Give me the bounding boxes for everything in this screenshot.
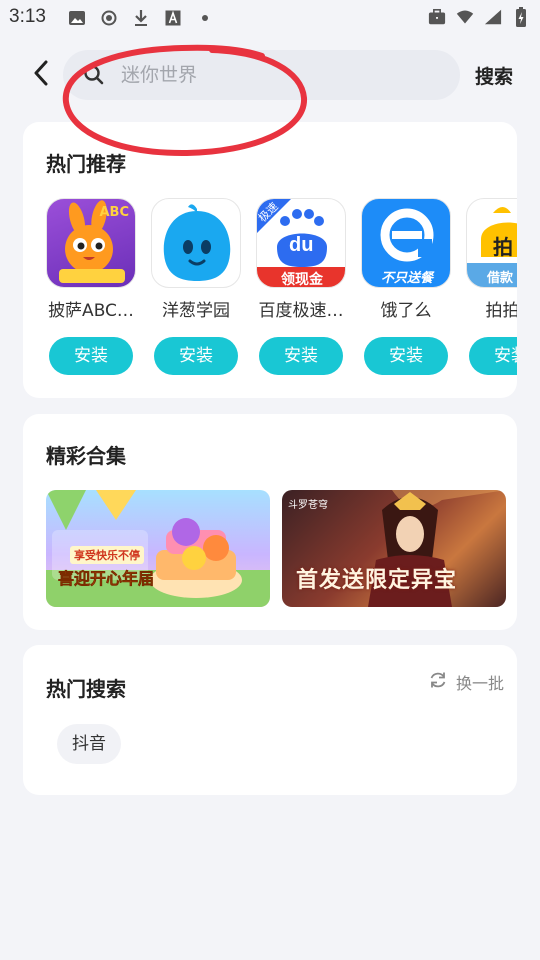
hot-recommend-card: 热门推荐 ABC 披萨ABC… 安装 洋葱学园 安装 极速 du 领现金 百度极…	[23, 122, 517, 398]
baidu-lite-badge-bottom: 领现金	[281, 272, 323, 288]
hot-recommend-title: 热门推荐	[46, 152, 126, 176]
status-bar: 3:13	[0, 0, 540, 36]
onion-academy-icon[interactable]	[151, 198, 241, 288]
happy-game-banner[interactable]: 享受快乐不停 喜迎开心年届	[46, 490, 270, 607]
eleme-badge-bottom: 不只送餐	[380, 271, 433, 286]
app-name: 百度极速…	[258, 301, 344, 321]
app-item[interactable]: 洋葱学园 安装	[151, 198, 241, 375]
wifi-icon	[456, 8, 474, 26]
app-name: 披萨ABC…	[48, 301, 134, 321]
app-item[interactable]: ABC 披萨ABC… 安装	[46, 198, 136, 375]
baidu-lite-icon[interactable]: 极速 du 领现金	[256, 198, 346, 288]
dot-icon	[196, 9, 214, 27]
install-button[interactable]: 安装	[259, 337, 343, 375]
install-button[interactable]: 安装	[154, 337, 238, 375]
fantasy-banner-brand: 斗罗苍穹	[288, 500, 328, 511]
signal-icon	[484, 8, 502, 26]
app-list[interactable]: ABC 披萨ABC… 安装 洋葱学园 安装 极速 du 领现金 百度极速… 安装…	[46, 198, 517, 398]
back-button[interactable]	[28, 60, 54, 90]
app-name: 拍拍贷	[485, 301, 518, 321]
back-arrow-icon	[33, 60, 49, 90]
a-box-icon	[164, 9, 182, 27]
download-icon	[132, 9, 150, 27]
search-icon	[83, 64, 105, 86]
hot-search-card: 热门搜索 换一批 抖音	[23, 645, 517, 795]
search-box[interactable]	[63, 50, 460, 100]
record-icon	[100, 9, 118, 27]
app-item[interactable]: 拍 借款 拍拍贷 安装	[466, 198, 517, 375]
search-header: 搜索	[0, 48, 540, 102]
fantasy-game-banner[interactable]: 斗罗苍穹 首发送限定异宝	[282, 490, 506, 607]
search-input[interactable]	[121, 50, 441, 100]
paipaidai-icon[interactable]: 拍 借款	[466, 198, 517, 288]
app-name: 洋葱学园	[162, 301, 230, 321]
fantasy-banner-text: 首发送限定异宝	[296, 568, 458, 593]
paipaidai-badge-bottom: 借款	[487, 271, 514, 286]
happy-banner-text: 喜迎开心年届	[58, 569, 155, 589]
install-button[interactable]: 安装	[364, 337, 448, 375]
paipaidai-badge-mid: 拍	[493, 235, 513, 259]
status-time: 3:13	[9, 6, 46, 27]
app-name: 饿了么	[380, 301, 432, 321]
install-button[interactable]: 安装	[49, 337, 133, 375]
hot-search-tag[interactable]: 抖音	[57, 724, 121, 764]
install-button[interactable]: 安装	[469, 337, 517, 375]
search-button[interactable]: 搜索	[475, 62, 513, 89]
pizza-abc-rabbit-icon[interactable]: ABC	[46, 198, 136, 288]
app-item[interactable]: 不只送餐 饿了么 安装	[361, 198, 451, 375]
happy-banner-subtitle: 享受快乐不停	[70, 546, 144, 564]
refresh-button[interactable]: 换一批	[428, 670, 504, 694]
eleme-icon[interactable]: 不只送餐	[361, 198, 451, 288]
briefcase-icon	[428, 8, 446, 26]
battery-charging-icon	[512, 7, 530, 27]
pizza-abc-badge: ABC	[99, 205, 129, 220]
image-icon	[68, 9, 86, 27]
hot-search-title: 热门搜索	[46, 677, 126, 701]
app-item[interactable]: 极速 du 领现金 百度极速… 安装	[256, 198, 346, 375]
baidu-lite-badge-text: du	[289, 234, 314, 256]
collections-title: 精彩合集	[46, 444, 126, 468]
collections-card: 精彩合集 享受快乐不停 喜迎开心年届 斗罗苍穹 首发送限定异宝	[23, 414, 517, 630]
refresh-label: 换一批	[455, 674, 504, 693]
refresh-icon	[428, 670, 448, 694]
